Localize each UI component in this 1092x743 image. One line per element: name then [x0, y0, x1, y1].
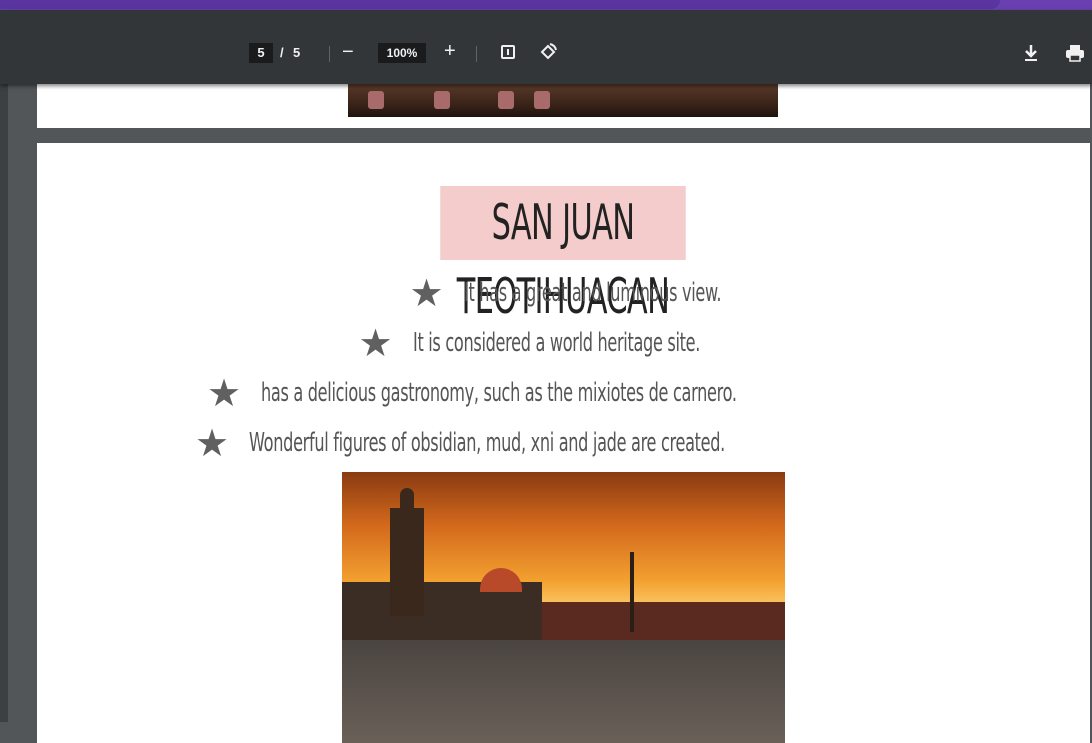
previous-page-image [348, 84, 778, 117]
toolbar-divider [329, 46, 330, 62]
browser-tab-strip [0, 0, 1092, 10]
bullet-text: It is considered a world heritage site. [412, 328, 700, 358]
page-title: SAN JUAN TEOTIHUACAN [440, 186, 686, 325]
browser-tab[interactable] [0, 0, 1000, 9]
list-item: ★ Wonderful figures of obsidian, mud, xni… [37, 421, 1090, 465]
list-item: ★ It has a great and luminous view. [37, 271, 1090, 315]
viewer-gutter [0, 84, 8, 722]
page-number-input[interactable]: 5 [249, 43, 273, 63]
zoom-level-input[interactable]: 100% [378, 43, 426, 63]
previous-page [37, 84, 1090, 128]
toolbar-divider [476, 46, 477, 62]
star-icon: ★ [358, 321, 393, 365]
pdf-toolbar: 5 / 5 − 100% + [0, 10, 1092, 84]
bullet-text: has a delicious gastronomy, such as the … [261, 378, 737, 408]
print-icon[interactable] [1064, 43, 1086, 63]
bullet-text: Wonderful figures of obsidian, mud, xni … [249, 428, 726, 458]
teotihuacan-photo [342, 472, 785, 743]
star-icon: ★ [207, 371, 242, 415]
zoom-out-button[interactable]: − [342, 41, 354, 63]
bullet-text: It has a great and luminous view. [463, 278, 722, 308]
star-icon: ★ [195, 421, 230, 465]
list-item: ★ It is considered a world heritage site. [37, 321, 1090, 365]
rotate-icon[interactable] [538, 42, 558, 62]
total-pages: 5 [293, 45, 301, 60]
download-icon[interactable] [1022, 43, 1040, 63]
fit-to-page-icon[interactable] [501, 45, 515, 59]
star-icon: ★ [409, 271, 444, 315]
page-separator: / [280, 45, 284, 60]
list-item: ★ has a delicious gastronomy, such as the… [37, 371, 1090, 415]
zoom-in-button[interactable]: + [444, 40, 456, 62]
pdf-page: SAN JUAN TEOTIHUACAN ★ It has a great and… [37, 143, 1090, 743]
